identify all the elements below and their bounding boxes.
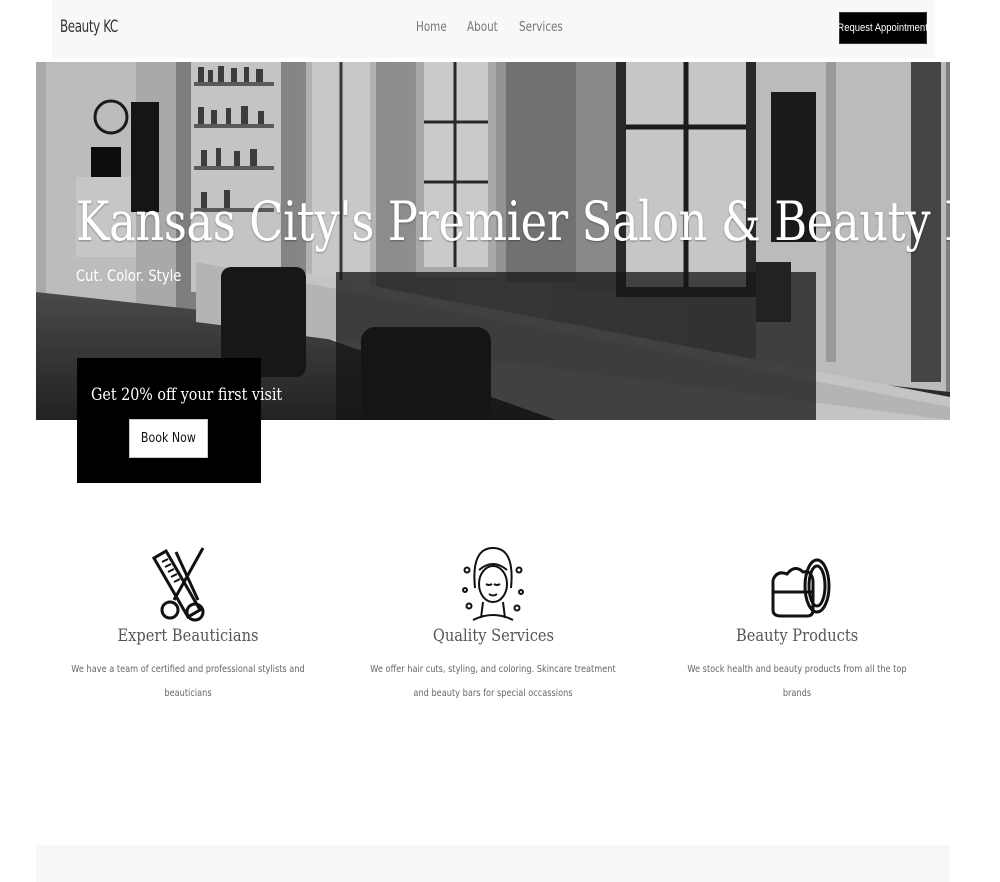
cream-jar-icon [771, 558, 831, 618]
feature-text: We stock health and beauty products from… [687, 664, 907, 699]
feature-title: Quality Services [432, 626, 554, 646]
feature-title: Beauty Products [735, 626, 859, 646]
feature-text: We have a team of certified and professi… [71, 664, 305, 699]
footer-band [36, 845, 950, 882]
brand-logo[interactable]: Beauty KC [60, 17, 118, 37]
navbar: Beauty KC Home About Services Request Ap… [52, 0, 935, 58]
nav-link-services[interactable]: Services [519, 20, 563, 35]
request-appointment-button[interactable]: Request Appointment [837, 13, 929, 43]
feature-text: We offer hair cuts, styling, and colorin… [370, 664, 616, 699]
woman-face-icon [462, 546, 524, 621]
nav-link-home[interactable]: Home [416, 20, 447, 35]
nav-link-about[interactable]: About [467, 20, 498, 35]
promo-box: Get 20% off your first visit Book Now [77, 358, 282, 483]
scissors-comb-icon [151, 547, 205, 622]
book-now-button[interactable]: Book Now [129, 419, 208, 458]
hero-subtitle: Cut. Color. Style [76, 266, 182, 285]
hero-title: Kansas City's Premier Salon & Beauty Bar [76, 190, 950, 253]
request-appointment-label: Request Appointment [837, 22, 929, 34]
feature-title: Expert Beauticians [117, 626, 259, 646]
features-section: Expert Beauticians We have a team of cer… [36, 540, 950, 710]
promo-text: Get 20% off your first visit [91, 385, 283, 405]
nav-links: Home About Services [416, 20, 563, 35]
book-now-label: Book Now [140, 431, 197, 446]
